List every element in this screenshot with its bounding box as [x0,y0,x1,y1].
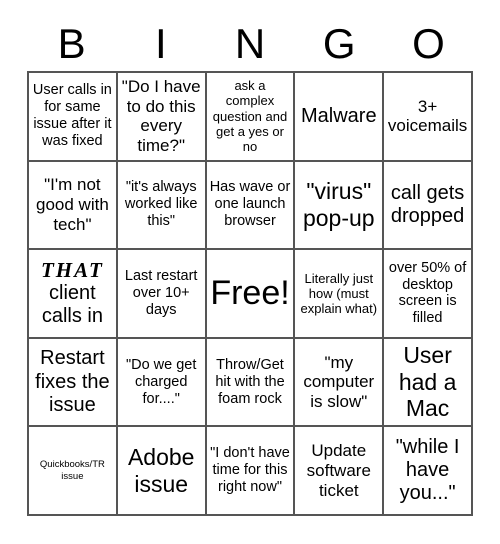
bingo-header-letter-i: I [154,20,167,67]
bingo-cell-text: Update software ticket [306,441,371,500]
bingo-cell-r5-c2[interactable]: Adobe issue [117,427,207,516]
bingo-cell-text: Free! [210,273,290,312]
bingo-cell-r3-c2[interactable]: Last restart over 10+ days [117,250,207,339]
bingo-cell-r3-c4[interactable]: Literally just how (must explain what) [295,250,385,339]
bingo-cell-text: Malware [301,104,377,127]
bingo-header: B I N G O [27,14,473,66]
bingo-cell-r1-c4[interactable]: Malware [295,73,385,162]
bingo-cell-r4-c1[interactable]: Restart fixes the issue [29,338,118,428]
bingo-cell-r2-c2[interactable]: "it's always worked like this" [117,161,207,251]
bingo-free-space[interactable]: Free! [206,250,296,339]
bingo-cell-text: Quickbooks/TR issue [39,459,105,482]
bingo-cell-text: call gets dropped [390,181,465,227]
bingo-cell-r2-c1[interactable]: "I'm not good with tech" [29,161,118,251]
bingo-cell-text: 3+ voicemails [387,96,468,136]
bingo-cell-r1-c1[interactable]: User calls in for same issue after it wa… [29,73,118,162]
bingo-cell-r5-c1[interactable]: Quickbooks/TR issue [29,427,118,516]
bingo-cell-r4-c4[interactable]: "my computer is slow" [295,338,385,428]
bingo-header-letter-b: B [57,20,86,67]
bingo-cell-r5-c3[interactable]: "I don't have time for this right now" [206,427,296,516]
bingo-cell-r3-c5[interactable]: over 50% of desktop screen is filled [384,250,473,339]
bingo-cell-text: Throw/Get hit with the foam rock [215,356,285,407]
bingo-cell-r3-c1[interactable]: THAT client calls in [29,250,118,339]
bingo-cell-r1-c2[interactable]: "Do I have to do this every time?" [117,73,207,162]
bingo-cell-r5-c4[interactable]: Update software ticket [295,427,385,516]
bingo-cell-text: "Do we get charged for...." [125,356,197,407]
bingo-cell-text: Literally just how (must explain what) [300,270,378,317]
bingo-cell-r2-c5[interactable]: call gets dropped [384,161,473,251]
bingo-cell-text: User had a Mac [398,342,457,422]
bingo-cell-text: Restart fixes the issue [35,347,110,416]
bingo-grid: User calls in for same issue after it wa… [27,71,473,516]
bingo-cell-text: "I don't have time for this right now" [210,445,290,496]
bingo-cell-text: "while I have you..." [395,435,460,505]
bingo-card: B I N G O User calls in for same issue a… [0,0,500,544]
bingo-cell-text: ask a complex question and get a yes or … [212,77,288,155]
bingo-cell-r2-c3[interactable]: Has wave or one launch browser [206,161,296,251]
bingo-cell-r2-c4[interactable]: "virus" pop-up [295,161,385,251]
bingo-cell-text: "I'm not good with tech" [36,175,109,234]
bingo-cell-r1-c3[interactable]: ask a complex question and get a yes or … [206,73,296,162]
bingo-header-letter-g: G [322,20,356,67]
bingo-cell-text: THAT client calls in [32,257,113,329]
bingo-cell-r4-c2[interactable]: "Do we get charged for...." [117,338,207,428]
bingo-cell-text: "my computer is slow" [303,352,375,411]
bingo-cell-r5-c5[interactable]: "while I have you..." [384,427,473,516]
bingo-cell-text: "it's always worked like this" [124,179,198,230]
bingo-header-letter-o: O [412,20,445,67]
bingo-cell-text: "virus" pop-up [302,178,375,231]
bingo-cell-r4-c3[interactable]: Throw/Get hit with the foam rock [206,338,296,428]
bingo-cell-text: over 50% of desktop screen is filled [388,259,467,327]
bingo-cell-r1-c5[interactable]: 3+ voicemails [384,73,473,162]
bingo-cell-text-rest: client calls in [41,282,103,328]
bingo-cell-text: Has wave or one launch browser [209,179,291,230]
bingo-cell-text: Last restart over 10+ days [124,268,198,318]
bingo-header-letter-n: N [234,20,266,67]
bingo-cell-text: User calls in for same issue after it wa… [32,82,112,150]
bingo-cell-emphasis: THAT [40,257,104,282]
bingo-cell-r4-c5[interactable]: User had a Mac [384,338,473,428]
bingo-cell-text: Adobe issue [127,444,195,497]
bingo-cell-text: "Do I have to do this every time?" [121,76,201,156]
